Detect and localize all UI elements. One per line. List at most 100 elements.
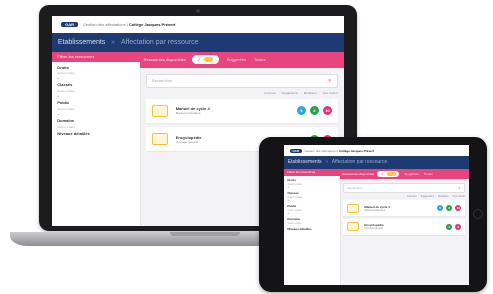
book-icon [347, 222, 360, 232]
tab-active[interactable]: 2 [377, 170, 400, 178]
resource-card[interactable]: Encyclopédie Ouvrage général 1 3 [343, 218, 466, 235]
resource-tabs: Ressources disponibles 2 Suggérées Toute… [139, 51, 344, 68]
filter-label: Droits [57, 64, 69, 70]
sort-suggestions[interactable]: Suggestions [420, 195, 434, 198]
active-count: 2 [197, 57, 200, 63]
page-header: Etablissements » Affectation par ressour… [52, 32, 344, 52]
tab-all[interactable]: Toutes [424, 172, 433, 176]
resource-card[interactable]: Manuel de cycle 4 Manuel numérique 5 3 1… [145, 98, 338, 123]
filter-label: Niveaux détaillés [57, 131, 90, 137]
filter-title: Filtrer les ressources [284, 168, 340, 177]
resource-panel: Ressources disponibles 2 Suggérées Toute… [339, 168, 470, 285]
book-icon [151, 133, 168, 146]
resource-tabs: Ressources disponibles 2 Suggérées Toute… [339, 168, 469, 179]
badge-green[interactable]: 3 [309, 106, 319, 116]
home-button-icon [473, 209, 483, 219]
top-bar: GAR Gestion des affectations | Collège J… [284, 145, 469, 157]
filter-sidebar: Filtrer les ressources Droits Aucun critè… [52, 51, 141, 226]
active-pill [386, 171, 396, 176]
filter-label: Domaine [57, 118, 75, 124]
sort-modified[interactable]: Modifiées [438, 195, 449, 198]
resource-subtitle: Ouvrage général [364, 227, 383, 231]
search-placeholder: Rechercher [151, 78, 173, 84]
filter-classes[interactable]: Classes Aucun critère + [284, 189, 340, 202]
sort-licences[interactable]: Licences [407, 195, 417, 198]
tab-suggested[interactable]: Suggérées [227, 57, 246, 62]
sort-modified[interactable]: Modifiées [304, 91, 317, 95]
filter-hint: Aucun critère [57, 89, 75, 94]
badge-pink[interactable]: 10 [322, 106, 332, 116]
resource-card[interactable]: Manuel de cycle 4 Manuel numérique 5 3 1… [343, 200, 466, 217]
breadcrumb-prefix[interactable]: Gestion des affectations | [305, 149, 340, 153]
tab-available[interactable]: Ressources disponibles [342, 172, 374, 176]
filter-label: Niveaux détaillés [287, 226, 312, 231]
sort-links: Licences Suggestions Modifiées Tout coch… [140, 88, 344, 95]
filter-label: Domaine [287, 217, 300, 222]
header-separator: » [325, 159, 329, 166]
filter-label: Classes [57, 82, 73, 88]
filter-droits[interactable]: Droits Aucun critère + [52, 62, 140, 80]
filter-label: Public [57, 100, 70, 106]
breadcrumb: Gestion des affectations | Collège Jacqu… [83, 22, 176, 27]
breadcrumb-prefix[interactable]: Gestion des affectations | [83, 22, 129, 27]
filter-niveaux[interactable]: Niveaux détaillés [284, 225, 340, 231]
breadcrumb: Gestion des affectations | Collège Jacqu… [305, 149, 374, 153]
app-logo[interactable]: GAR [60, 21, 79, 27]
tablet-screen: GAR Gestion des affectations | Collège J… [284, 145, 469, 285]
school-name: Collège Jacques Prévert [128, 21, 176, 27]
header-current: Affectation par ressource [120, 38, 199, 46]
filter-title: Filtrer les ressources [52, 51, 140, 62]
header-title[interactable]: Etablissements [288, 159, 322, 165]
school-name: Collège Jacques Prévert [339, 148, 374, 153]
header-title[interactable]: Etablissements [58, 39, 105, 46]
search-icon[interactable]: ⚲ [458, 186, 460, 190]
filter-label: Droits [287, 177, 296, 182]
app-logo[interactable]: GAR [289, 148, 302, 153]
badge-pink[interactable]: 3 [455, 223, 462, 230]
active-pill [203, 57, 214, 63]
badge-green[interactable]: 1 [446, 223, 453, 230]
tab-active[interactable]: 2 [191, 55, 219, 65]
filter-domaine[interactable]: Domaine Aucun critère [284, 215, 340, 225]
select-all[interactable]: Tout cocher [322, 91, 338, 95]
search-placeholder: Rechercher [347, 185, 363, 190]
tab-all[interactable]: Toutes [254, 57, 266, 62]
resource-info: Manuel de cycle 4 Manuel numérique [176, 106, 293, 115]
filter-hint: Aucun critère [57, 71, 75, 76]
filter-hint: Aucun critère [57, 106, 75, 111]
tab-suggested[interactable]: Suggérées [404, 172, 419, 176]
badge-pink[interactable]: 10 [455, 205, 462, 212]
filter-classes[interactable]: Classes Aucun critère + [52, 80, 140, 97]
resource-subtitle: Manuel numérique [364, 208, 386, 212]
active-count: 2 [381, 171, 383, 176]
camera-icon [196, 9, 200, 13]
badge-blue[interactable]: 5 [296, 106, 306, 116]
book-icon [347, 203, 360, 213]
select-all[interactable]: Tout cocher [452, 195, 465, 198]
top-bar: GAR Gestion des affectations | Collège J… [52, 16, 344, 33]
filter-sidebar: Filtrer les ressources Droits Aucun critè… [284, 168, 341, 285]
filter-niveaux[interactable]: Niveaux détaillés [52, 129, 140, 137]
search-input[interactable]: Rechercher ⚲ [343, 182, 466, 193]
filter-public[interactable]: Public Aucun critère + [52, 98, 140, 115]
resource-info: Manuel de cycle 4 Manuel numérique [364, 205, 434, 212]
search-input[interactable]: Rechercher ⚲ [145, 73, 338, 88]
book-icon [151, 104, 168, 117]
badge-green[interactable]: 3 [446, 205, 453, 212]
resource-subtitle: Manuel numérique [175, 111, 201, 116]
sort-suggestions[interactable]: Suggestions [282, 91, 299, 95]
sort-links: Licences Suggestions Modifiées Tout coch… [340, 193, 470, 198]
filter-label: Public [287, 203, 297, 208]
header-separator: » [111, 38, 116, 46]
sort-licences[interactable]: Licences [264, 91, 276, 95]
laptop-notch [170, 232, 240, 236]
resource-info: Encyclopédie Ouvrage général [364, 223, 443, 230]
page-header: Etablissements » Affectation par ressour… [284, 156, 469, 169]
badge-blue[interactable]: 5 [437, 205, 444, 212]
tab-available[interactable]: Ressources disponibles [144, 57, 186, 62]
filter-droits[interactable]: Droits Aucun critère + [284, 176, 340, 189]
filter-public[interactable]: Public Aucun critère + [284, 202, 340, 215]
header-current: Affectation par ressource [331, 159, 388, 166]
search-icon[interactable]: ⚲ [328, 78, 331, 83]
filter-domaine[interactable]: Domaine Aucun critère [52, 116, 140, 129]
